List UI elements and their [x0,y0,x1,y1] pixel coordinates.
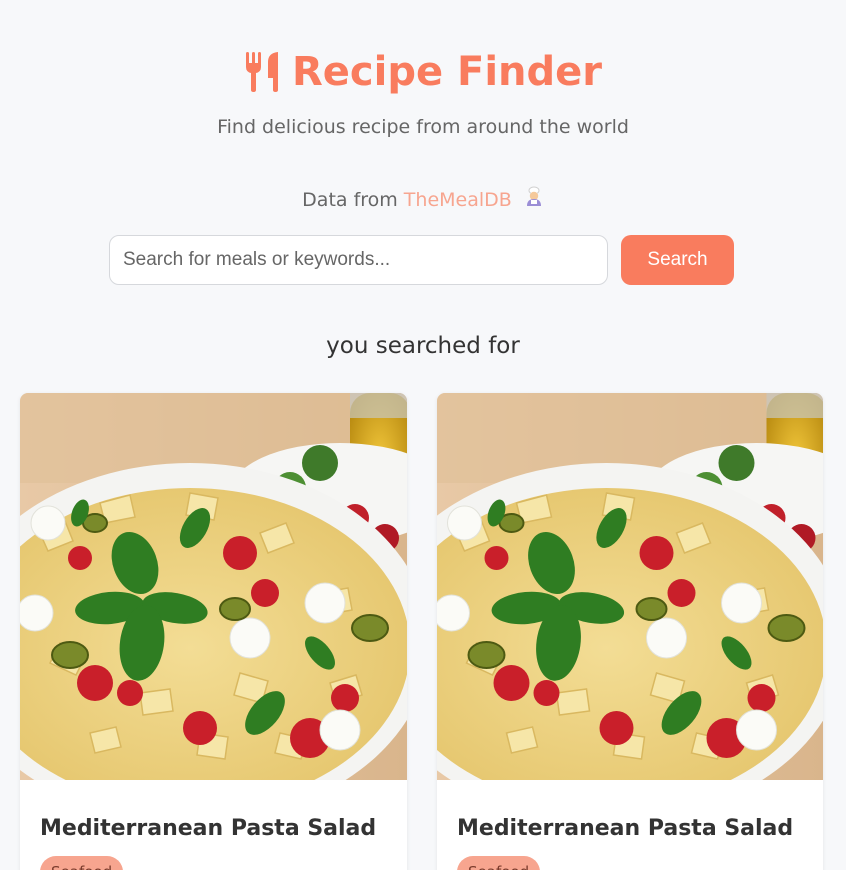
meal-image [437,393,823,780]
search-bar: Search [109,235,734,285]
page: Recipe Finder Find delicious recipe from… [0,0,846,870]
category-badge: Seafood [457,856,541,870]
search-button[interactable]: Search [621,235,734,285]
recipe-card[interactable]: Mediterranean Pasta Salad Seafood [437,393,823,870]
themealdb-link[interactable]: TheMealDB [404,187,512,213]
meal-image [20,393,407,780]
recipe-card[interactable]: Mediterranean Pasta Salad Seafood [20,393,407,870]
chef-icon [524,186,544,213]
source-prefix: Data from [302,188,398,211]
subtitle: Find delicious recipe from around the wo… [217,116,629,138]
results-heading: you searched for [326,333,520,359]
header: Recipe Finder Find delicious recipe from… [0,0,846,213]
recipe-title: Mediterranean Pasta Salad [457,816,794,841]
data-source: Data from TheMealDB [0,186,846,213]
page-title: Recipe Finder [244,44,602,100]
recipe-title: Mediterranean Pasta Salad [40,816,377,841]
title-text: Recipe Finder [291,49,603,95]
category-badge: Seafood [40,856,124,870]
utensils-icon [244,52,282,92]
search-input[interactable] [109,235,608,285]
